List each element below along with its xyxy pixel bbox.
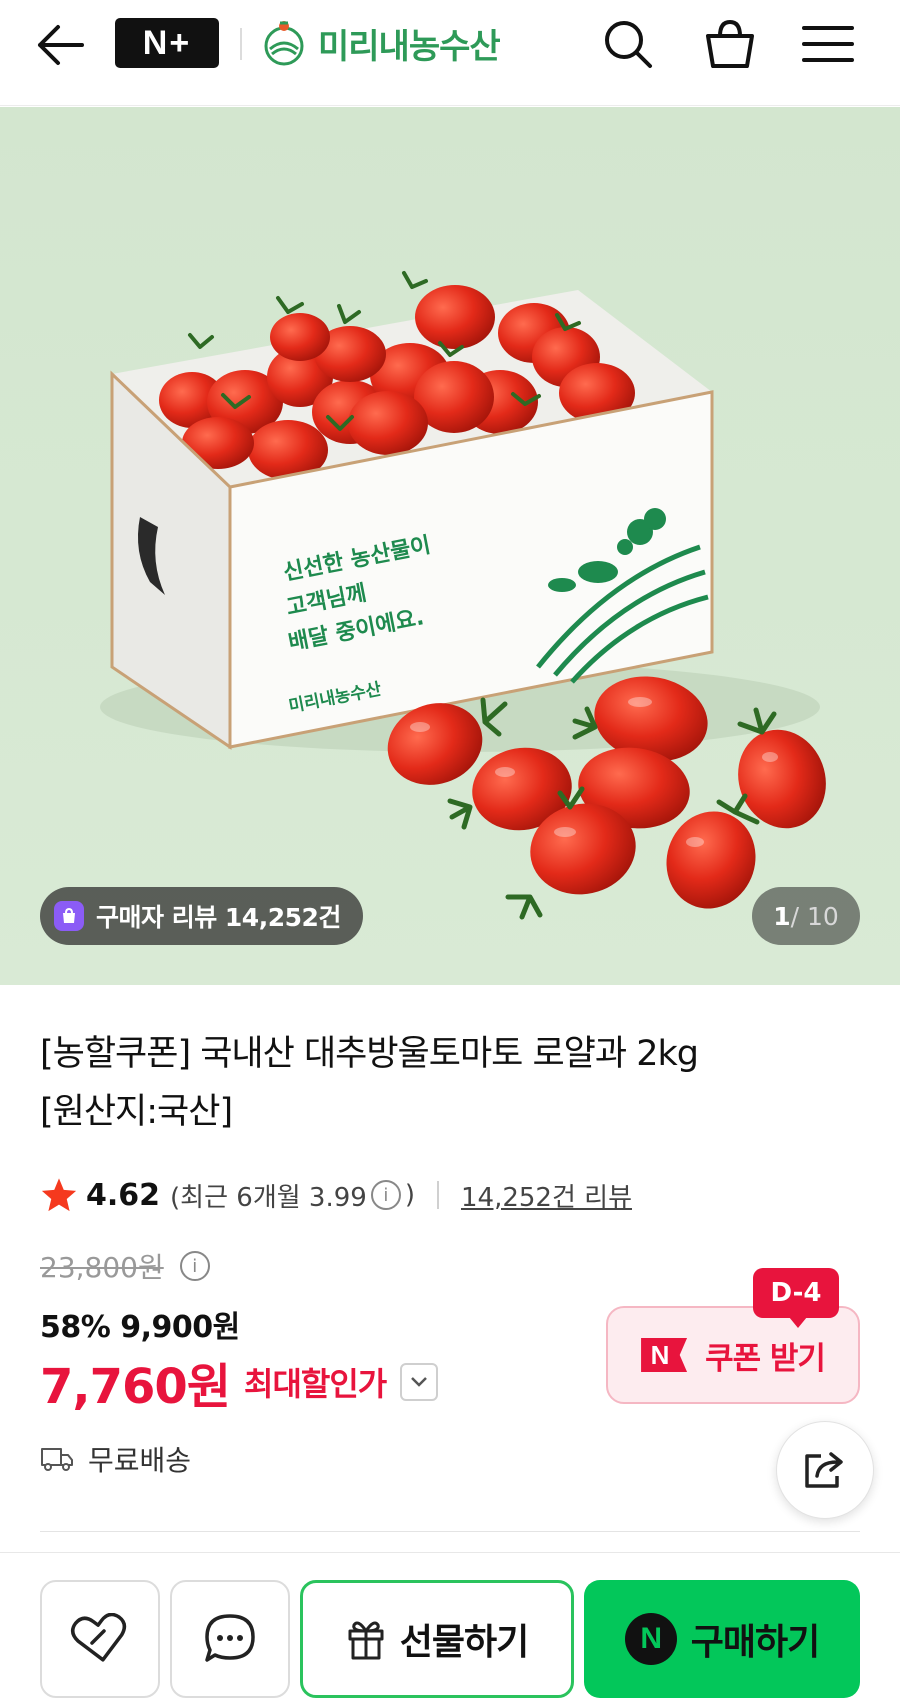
image-page-indicator: 1/ 10 xyxy=(752,887,860,945)
original-price-row: 23,800원 i xyxy=(40,1244,214,1288)
buyer-review-badge[interactable]: 구매자 리뷰 14,252건 xyxy=(40,887,363,945)
max-discount-price: 7,760원 xyxy=(40,1359,231,1415)
content-divider xyxy=(40,1531,860,1532)
store-link[interactable]: 미리내농수산 xyxy=(260,18,501,68)
gift-label: 선물하기 xyxy=(399,1622,529,1663)
product-title-line1: [농할쿠폰] 국내산 대추방울토마토 로얄과 2kg xyxy=(40,1034,699,1074)
shopping-bag-badge-icon xyxy=(54,901,84,931)
rating-score: 4.62 xyxy=(86,1177,161,1213)
product-title-line2: [원산지:국산] xyxy=(40,1092,233,1132)
product-image[interactable]: 신선한 농산물이 고객님께 배달 중이에요. 미리내농수산 xyxy=(0,107,900,985)
tomato-box-illustration: 신선한 농산물이 고객님께 배달 중이에요. 미리내농수산 xyxy=(0,107,900,985)
header-divider xyxy=(240,28,242,60)
back-arrow-icon[interactable] xyxy=(36,22,86,68)
coupon-button[interactable]: N 쿠폰 받기 xyxy=(606,1306,860,1404)
shopping-bag-icon[interactable] xyxy=(702,16,758,72)
buy-label: 구매하기 xyxy=(690,1622,820,1663)
product-title: [농할쿠폰] 국내산 대추방울토마토 로얄과 2kg [원산지:국산] xyxy=(40,1025,840,1141)
page-current: 1 xyxy=(773,901,791,931)
naver-coupon-icon: N xyxy=(641,1338,688,1372)
gift-button[interactable]: 선물하기 xyxy=(300,1580,574,1698)
share-button[interactable] xyxy=(776,1421,874,1519)
top-header: N+ 미리내농수산 xyxy=(0,0,900,106)
store-name: 미리내농수산 xyxy=(318,26,501,67)
shipping-label: 무료배송 xyxy=(88,1444,192,1477)
page-total: / 10 xyxy=(790,901,839,931)
dday-badge: D-4 xyxy=(753,1268,839,1328)
store-logo-icon xyxy=(264,21,304,66)
chat-icon xyxy=(205,1614,255,1662)
coupon-label: 쿠폰 받기 xyxy=(705,1340,826,1377)
menu-icon[interactable] xyxy=(800,16,856,72)
info-icon[interactable]: i xyxy=(370,1180,401,1210)
buyer-review-text: 구매자 리뷰 14,252건 xyxy=(96,903,341,932)
star-icon xyxy=(41,1178,77,1212)
talk-button[interactable] xyxy=(170,1580,290,1698)
review-count-link[interactable]: 14,252건 리뷰 xyxy=(461,1177,632,1214)
gift-icon xyxy=(348,1621,384,1660)
buy-button[interactable]: N 구매하기 xyxy=(584,1580,860,1698)
sale-price: 58% 9,900원 xyxy=(40,1310,240,1345)
max-discount-row[interactable]: 7,760원 최대할인가 xyxy=(40,1352,439,1415)
truck-icon xyxy=(41,1448,73,1471)
chevron-down-icon[interactable] xyxy=(400,1363,439,1401)
naver-plus-badge[interactable]: N+ xyxy=(115,18,219,68)
recent-rating-text: (최근 6개월 3.99 xyxy=(170,1182,367,1213)
rating-separator xyxy=(436,1181,439,1209)
wishlist-button[interactable] xyxy=(40,1580,160,1698)
original-price: 23,800원 xyxy=(40,1251,164,1284)
price-info-icon[interactable]: i xyxy=(179,1251,210,1281)
shipping-row: 무료배송 xyxy=(40,1436,191,1482)
heart-icon xyxy=(70,1613,127,1662)
recent-rating-close: ) xyxy=(404,1180,415,1210)
search-icon[interactable] xyxy=(600,16,656,72)
share-icon xyxy=(805,1452,843,1488)
rating-row: 4.62 (최근 6개월 3.99 i ) 14,252건 리뷰 xyxy=(40,1172,632,1218)
max-discount-label: 최대할인가 xyxy=(244,1365,387,1403)
naver-pay-icon: N xyxy=(624,1613,677,1665)
